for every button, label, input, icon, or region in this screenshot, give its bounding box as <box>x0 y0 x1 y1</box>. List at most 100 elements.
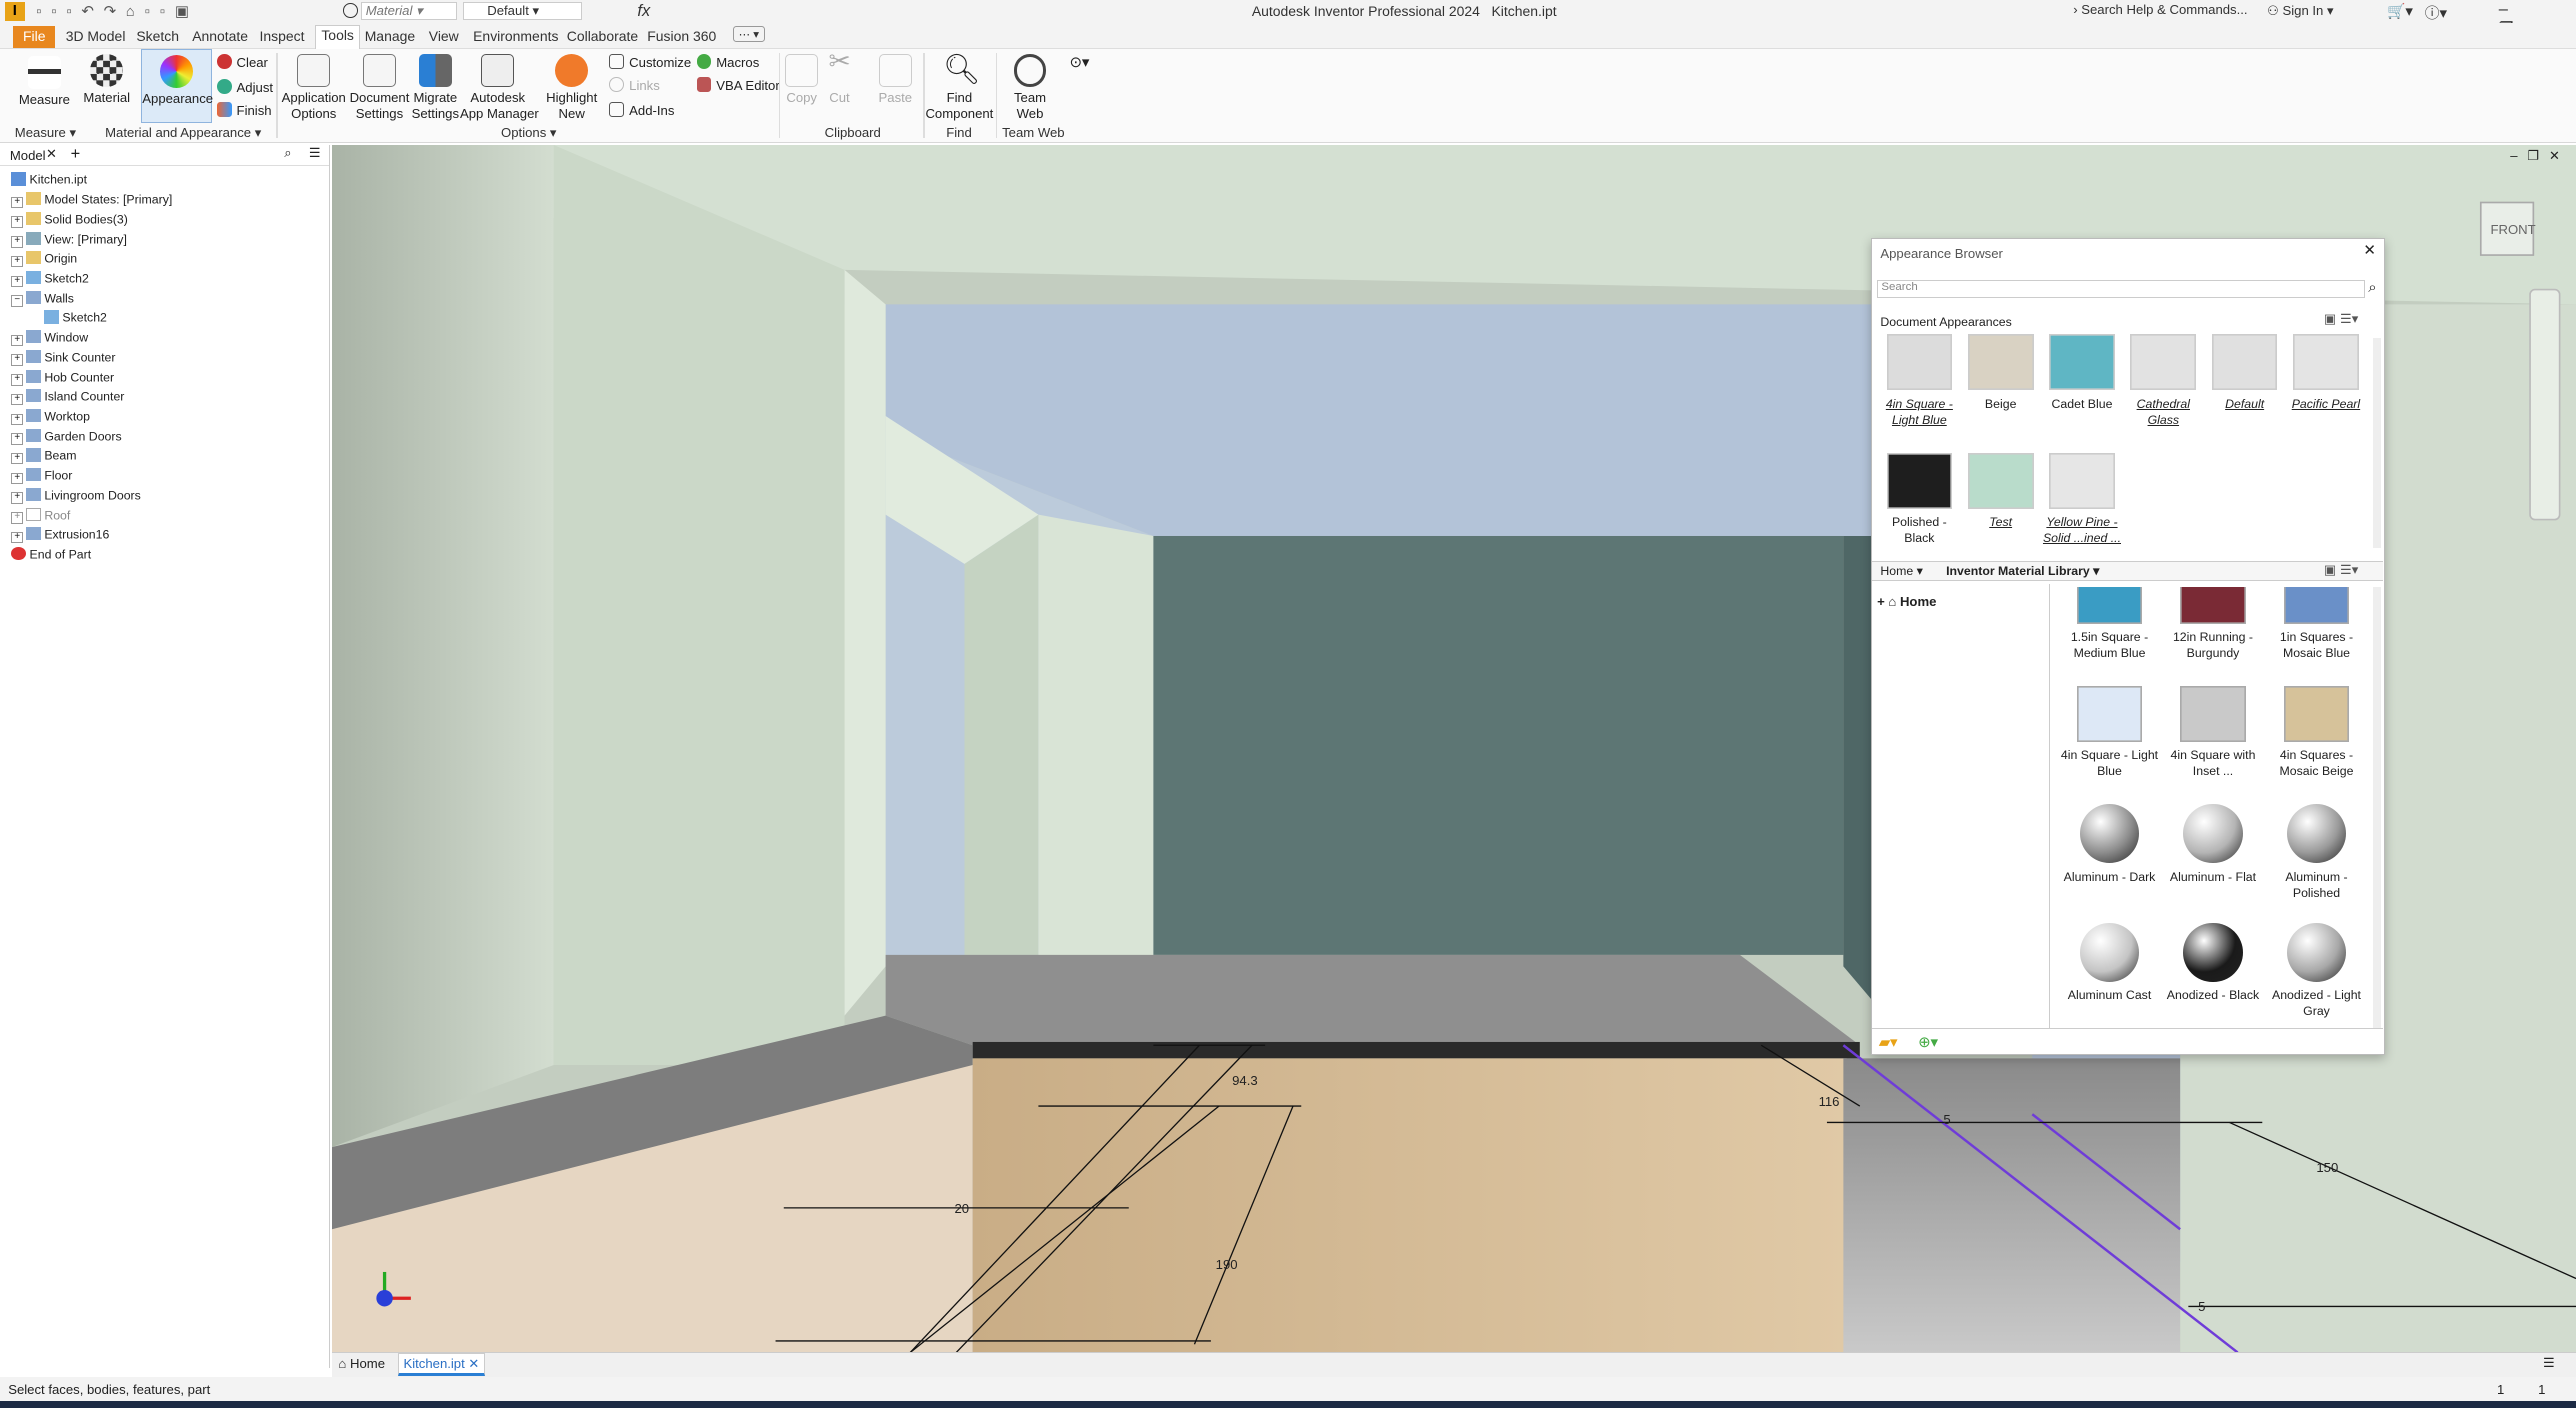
tab-tools[interactable]: Tools <box>315 24 360 50</box>
tree-item[interactable]: + Origin <box>11 251 77 268</box>
tree-item[interactable]: + Model States: [Primary] <box>11 192 172 209</box>
view-options-icon[interactable]: ▣ ☰▾ <box>2324 562 2358 578</box>
group-label-options[interactable]: Options ▾ <box>501 125 556 141</box>
copy-button[interactable]: Copy <box>784 54 820 106</box>
tree-item[interactable]: + View: [Primary] <box>11 231 127 248</box>
library-swatch[interactable]: Aluminum - Dark <box>2058 804 2161 885</box>
tree-item[interactable]: + Window <box>11 330 88 347</box>
material-button[interactable]: Material <box>79 54 135 106</box>
highlight-new-button[interactable]: Highlight New <box>540 54 602 121</box>
cart-icon[interactable]: 🛒▾ <box>2387 2 2413 20</box>
appearance-swatch[interactable]: Pacific Pearl <box>2285 334 2366 412</box>
library-swatch[interactable]: 1in Squares - Mosaic Blue <box>2265 587 2368 661</box>
tree-item[interactable]: + Livingroom Doors <box>11 487 141 504</box>
clear-button[interactable]: Clear <box>216 54 268 70</box>
find-component-button[interactable]: 🔍︎ Find Component <box>925 53 994 121</box>
tab-annotate[interactable]: Annotate <box>192 28 248 44</box>
migrate-settings-button[interactable]: Migrate Settings <box>407 54 463 121</box>
tab-view[interactable]: View <box>429 28 459 44</box>
vba-editor-button[interactable]: VBA Editor <box>696 77 780 93</box>
tree-item[interactable]: + Island Counter <box>11 389 124 406</box>
tree-item[interactable]: End of Part <box>11 547 91 562</box>
create-appearance-icon[interactable]: ⊕▾ <box>1918 1034 1938 1051</box>
tree-item[interactable]: + Solid Bodies(3) <box>11 211 128 228</box>
tab-model[interactable]: Model <box>10 148 46 163</box>
help-icon[interactable]: ⓘ▾ <box>2425 2 2447 23</box>
viewport-window-controls[interactable]: –❐✕ <box>2510 148 2570 164</box>
tree-item[interactable]: + Garden Doors <box>11 428 122 445</box>
library-swatch[interactable]: Anodized - Light Gray <box>2265 922 2368 1020</box>
tab-file[interactable]: File <box>13 26 56 48</box>
tab-environments[interactable]: Environments <box>473 28 558 44</box>
appearance-search-input[interactable]: Search <box>1877 280 2365 299</box>
tree-item[interactable]: Sketch2 <box>44 310 107 325</box>
tab-overflow-icon[interactable]: ⋯ ▾ <box>732 26 765 43</box>
tab-collaborate[interactable]: Collaborate <box>567 28 638 44</box>
app-manager-button[interactable]: Autodesk App Manager <box>460 54 539 121</box>
cut-button[interactable]: ✂ Cut <box>821 48 857 106</box>
appearance-swatch[interactable]: Default <box>2204 334 2285 412</box>
tab-manage[interactable]: Manage <box>365 28 415 44</box>
application-options-button[interactable]: Application Options <box>281 54 347 121</box>
viewcube-label[interactable]: FRONT <box>2490 222 2535 237</box>
ribbon-options-icon[interactable]: ⊙▾ <box>1069 54 1089 71</box>
appearance-swatch[interactable]: Test <box>1960 452 2041 531</box>
appearance-swatch[interactable]: Polished - Black <box>1879 452 1960 547</box>
appearance-button[interactable]: Appearance <box>141 49 213 124</box>
open-library-icon[interactable]: ▰▾ <box>1879 1034 1898 1051</box>
tree-item-root[interactable]: Kitchen.ipt <box>11 172 87 187</box>
appearance-swatch[interactable]: Cathedral Glass <box>2123 334 2204 428</box>
scrollbar[interactable] <box>2373 587 2382 1028</box>
appearance-dropdown[interactable]: Default ▾ <box>463 1 582 20</box>
library-swatch[interactable]: 12in Running - Burgundy <box>2161 587 2264 661</box>
document-settings-button[interactable]: Document Settings <box>347 54 413 121</box>
links-button[interactable]: Links <box>609 77 660 93</box>
tree-item[interactable]: + Worktop <box>11 409 90 426</box>
close-icon[interactable]: ✕ <box>46 146 57 162</box>
library-swatch[interactable]: 4in Square with Inset ... <box>2161 686 2264 780</box>
group-label-measure[interactable]: Measure ▾ <box>15 125 76 141</box>
tree-item[interactable]: + Extrusion16 <box>11 527 109 544</box>
team-web-button[interactable]: Team Web <box>999 54 1061 121</box>
home-tab[interactable]: ⌂ Home <box>338 1356 385 1371</box>
tabs-menu-icon[interactable]: ☰ <box>2543 1355 2555 1371</box>
view-options-icon[interactable]: ▣ ☰▾ <box>2324 311 2358 327</box>
navigation-bar[interactable] <box>2529 288 2561 520</box>
scrollbar[interactable] <box>2373 337 2382 549</box>
tab-3d-model[interactable]: 3D Model <box>66 28 126 44</box>
library-swatch[interactable]: Anodized - Black <box>2161 922 2264 1004</box>
tree-item[interactable]: + Beam <box>11 448 76 465</box>
appearance-swatch[interactable]: Cadet Blue <box>2041 334 2122 412</box>
library-swatch[interactable]: 4in Squares - Mosaic Beige <box>2265 686 2368 780</box>
tree-item-home[interactable]: + ⌂ Home <box>1877 594 1936 609</box>
kitchen-tab[interactable]: Kitchen.ipt ✕ <box>397 1353 486 1377</box>
appearance-swatch[interactable]: Beige <box>1960 334 2041 412</box>
tree-item[interactable]: + Floor <box>11 468 72 485</box>
sign-in-button[interactable]: ⚇ Sign In ▾ <box>2267 3 2334 19</box>
tree-item[interactable]: + Roof <box>11 507 70 524</box>
appearance-swatch[interactable]: 4in Square - Light Blue <box>1879 334 1960 428</box>
add-tab-icon[interactable]: + <box>71 145 81 164</box>
quick-access-icons[interactable]: ▫▫▫↶↷⌂▫▫▣ <box>36 3 199 20</box>
material-dropdown[interactable]: Material ▾ <box>361 1 457 20</box>
menu-icon[interactable]: ☰ <box>309 145 321 161</box>
adjust-button[interactable]: Adjust <box>216 78 273 95</box>
add-ins-button[interactable]: Add-Ins <box>609 101 674 118</box>
group-label-material[interactable]: Material and Appearance ▾ <box>105 125 261 141</box>
macros-button[interactable]: Macros <box>696 54 759 70</box>
library-swatch[interactable]: Aluminum Cast <box>2058 922 2161 1004</box>
help-search-input[interactable]: › Search Help & Commands... <box>2073 2 2250 20</box>
home-dropdown[interactable]: Home ▾ <box>1880 564 1922 578</box>
paste-button[interactable]: Paste <box>874 54 917 106</box>
search-icon[interactable]: ⌕ <box>2368 280 2376 296</box>
measure-button[interactable]: Measure <box>13 55 75 108</box>
library-dropdown[interactable]: Inventor Material Library ▾ <box>1946 564 2099 578</box>
tree-item[interactable]: + Hob Counter <box>11 369 114 386</box>
search-icon[interactable]: ⌕ <box>284 145 291 161</box>
tree-item[interactable]: + Sink Counter <box>11 349 116 366</box>
appearance-swatch[interactable]: Yellow Pine - Solid ...ined ... <box>2041 452 2122 547</box>
close-icon[interactable]: ✕ <box>2363 242 2375 259</box>
customize-button[interactable]: Customize <box>609 54 691 70</box>
tab-fusion-360[interactable]: Fusion 360 <box>647 28 716 44</box>
library-swatch[interactable]: Aluminum - Polished <box>2265 804 2368 901</box>
